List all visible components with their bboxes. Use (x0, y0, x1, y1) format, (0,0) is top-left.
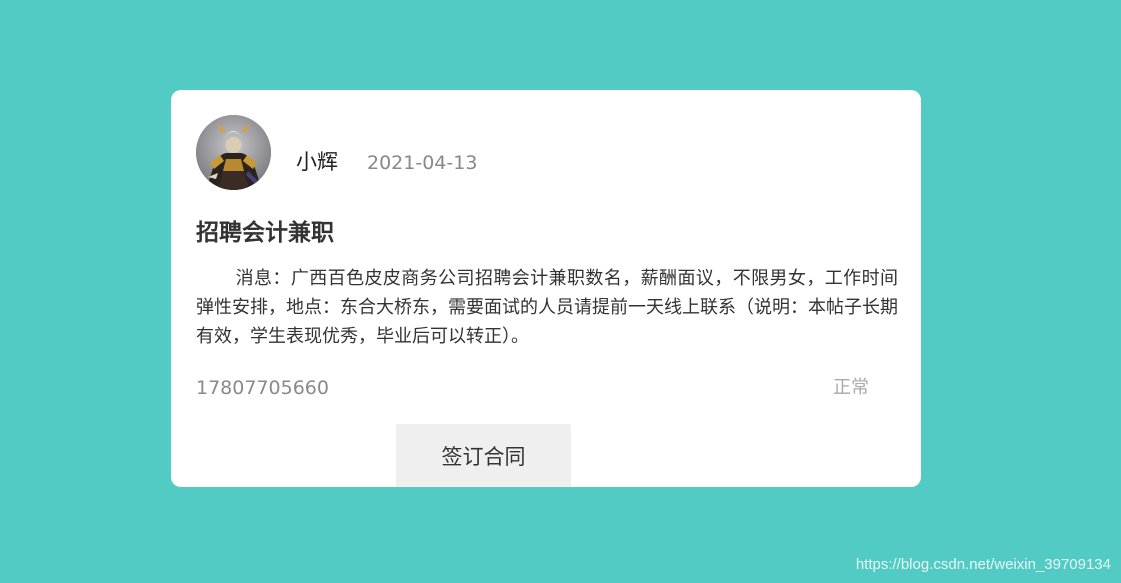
post-card: 小辉 2021-04-13 招聘会计兼职 消息：广西百色皮皮商务公司招聘会计兼职… (171, 90, 921, 487)
watermark-text: https://blog.csdn.net/weixin_39709134 (855, 556, 1111, 573)
post-date: 2021-04-13 (367, 152, 478, 174)
author-avatar[interactable] (196, 115, 271, 190)
author-name[interactable]: 小辉 (296, 148, 338, 176)
contact-phone: 17807705660 (196, 377, 329, 399)
status-label: 正常 (833, 377, 869, 398)
sign-contract-button[interactable]: 签订合同 (396, 424, 571, 487)
warrior-avatar-icon (196, 115, 271, 190)
post-content: 消息：广西百色皮皮商务公司招聘会计兼职数名，薪酬面议，不限男女，工作时间弹性安排… (196, 268, 898, 347)
post-title: 招聘会计兼职 (196, 220, 334, 246)
